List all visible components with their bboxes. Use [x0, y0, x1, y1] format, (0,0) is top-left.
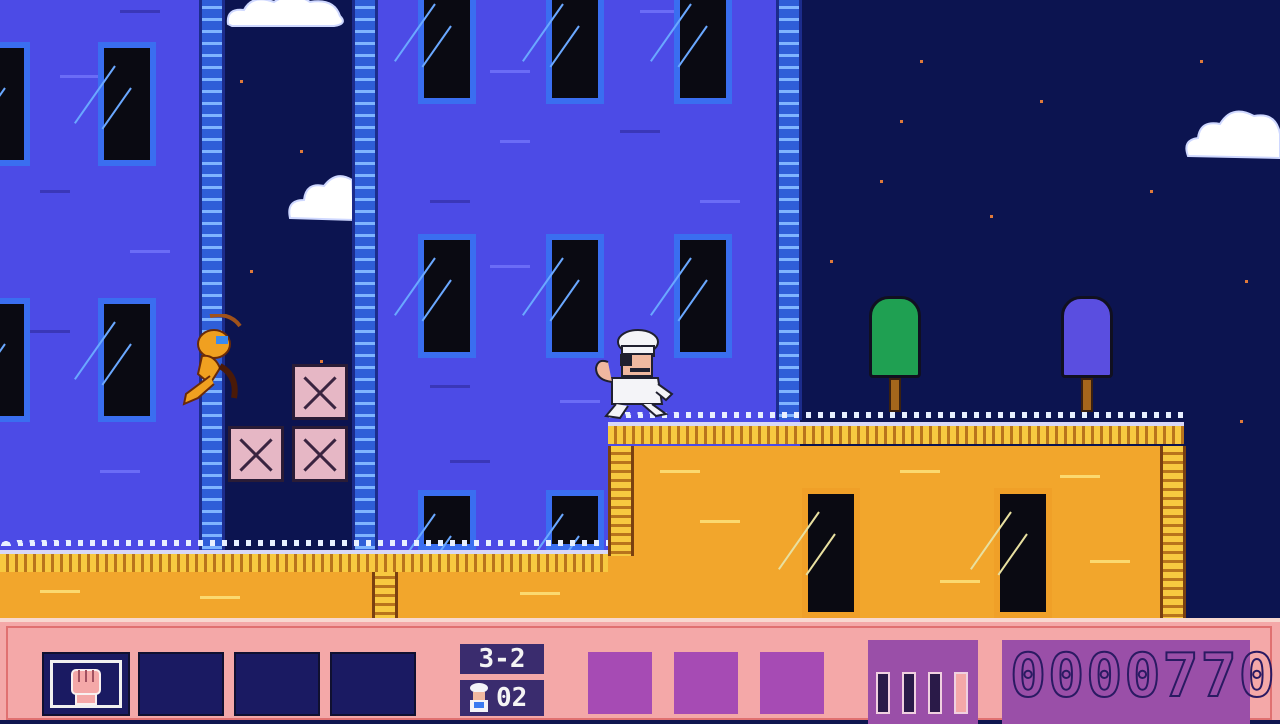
building-window	[674, 0, 732, 104]
lives-count: 02	[496, 683, 528, 713]
item-slot	[330, 652, 416, 716]
lives-indicator: 02	[460, 680, 544, 716]
building-window	[0, 42, 30, 166]
energy-meter	[868, 640, 978, 724]
wall-pillar	[372, 570, 398, 618]
blue-popsicle-pickup	[1061, 296, 1113, 378]
game-scene	[0, 0, 1280, 720]
cloud	[288, 175, 356, 222]
building-window	[674, 234, 732, 358]
building-window	[98, 298, 156, 422]
building-window	[994, 488, 1052, 618]
building-pillar	[352, 0, 378, 550]
green-popsicle-pickup	[869, 296, 921, 378]
building-window	[546, 0, 604, 104]
popsicle-stick	[889, 378, 901, 412]
energy-bar	[902, 672, 916, 714]
crate	[228, 426, 284, 482]
popsicle-stick	[1081, 378, 1093, 412]
score-value: 0000770	[1009, 641, 1277, 711]
energy-bar	[928, 672, 942, 714]
energy-bar	[954, 672, 968, 714]
bonus-slot	[674, 652, 738, 714]
wall-pillar	[608, 446, 634, 556]
wall-pillar	[1160, 446, 1186, 618]
building-pillar	[199, 0, 225, 550]
bonus-slot	[760, 652, 824, 714]
upper-rooftop-ledge	[608, 422, 1184, 444]
weapon-slot	[42, 652, 130, 716]
building-pillar	[776, 0, 802, 420]
building-window	[0, 298, 30, 422]
building-window	[418, 234, 476, 358]
chef-character	[594, 329, 674, 420]
stage-indicator: 3-2	[460, 644, 544, 674]
bonus-slot	[588, 652, 652, 714]
energy-bar	[876, 672, 890, 714]
item-slot	[234, 652, 320, 716]
score-panel: 0000770	[1002, 640, 1277, 724]
building-window	[418, 0, 476, 104]
crate	[292, 426, 348, 482]
item-slot	[138, 652, 224, 716]
chef-life-icon	[470, 683, 488, 712]
cloud	[226, 0, 344, 27]
snow-cap	[608, 412, 1184, 418]
flying-gremlin-enemy	[182, 314, 242, 406]
cloud	[1185, 110, 1280, 160]
building-window	[802, 488, 860, 618]
building-window	[98, 42, 156, 166]
fist-icon	[71, 669, 101, 705]
status-bar: 3-2 02 0000770	[0, 618, 1280, 724]
crate	[292, 364, 348, 420]
